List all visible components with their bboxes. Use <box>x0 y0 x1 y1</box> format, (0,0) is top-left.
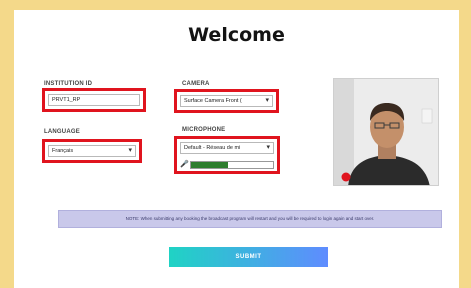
institution-id-value: PRVT1_RP <box>48 94 140 106</box>
camera-preview <box>333 78 439 186</box>
microphone-icon: 🎤 <box>180 161 189 168</box>
camera-label: CAMERA <box>182 81 210 87</box>
camera-preview-image <box>334 79 438 185</box>
microphone-field: Default - Réseau de mi ▾ 🎤 <box>174 136 280 174</box>
microphone-level-meter <box>190 161 274 169</box>
institution-id-field[interactable]: PRVT1_RP <box>42 88 146 112</box>
language-select[interactable]: Français ▾ <box>42 139 142 163</box>
microphone-level-fill <box>191 162 228 168</box>
camera-selected-text: Surface Camera Front ( <box>184 98 242 104</box>
chevron-down-icon: ▾ <box>265 97 269 104</box>
camera-select[interactable]: Surface Camera Front ( ▾ <box>174 89 279 113</box>
microphone-level-row: 🎤 <box>180 160 274 170</box>
microphone-select[interactable]: Default - Réseau de mi ▾ <box>180 142 274 154</box>
chevron-down-icon: ▾ <box>128 147 132 154</box>
submit-button[interactable]: SUBMIT <box>169 247 328 267</box>
institution-id-label: INSTITUTION ID <box>44 81 93 87</box>
camera-value: Surface Camera Front ( ▾ <box>180 95 273 107</box>
language-value: Français ▾ <box>48 145 136 157</box>
record-dot-icon <box>341 172 351 182</box>
page-title: Welcome <box>188 24 285 46</box>
microphone-selected-text: Default - Réseau de mi <box>184 145 241 151</box>
notice-banner: NOTE: When submitting any booking the br… <box>58 210 442 228</box>
microphone-label: MICROPHONE <box>182 127 226 133</box>
welcome-card: Welcome INSTITUTION ID PRVT1_RP LANGUAGE… <box>14 10 459 288</box>
language-label: LANGUAGE <box>44 129 80 135</box>
language-selected-text: Français <box>52 148 74 154</box>
chevron-down-icon: ▾ <box>266 144 270 151</box>
